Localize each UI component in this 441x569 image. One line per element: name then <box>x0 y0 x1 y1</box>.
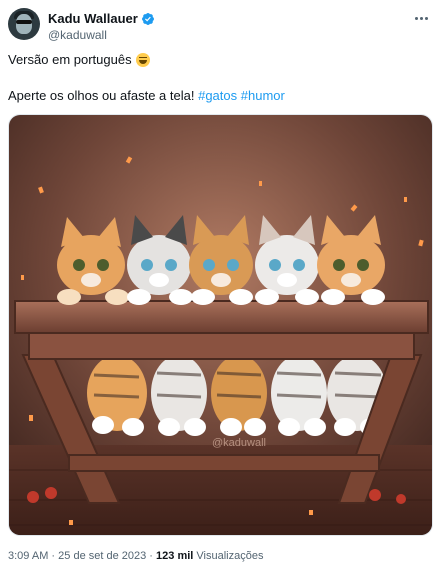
tweet-line-1: Versão em português <box>8 52 150 68</box>
hashtag-humor[interactable]: #humor <box>241 88 285 103</box>
views-count: 123 mil <box>156 550 194 562</box>
tweet-line-1-text: Versão em português <box>8 52 132 67</box>
image-watermark: @kaduwall <box>212 437 266 449</box>
tweet-header: Kadu Wallauer @kaduwall <box>8 8 433 44</box>
author-name-row[interactable]: Kadu Wallauer <box>48 11 155 27</box>
kittens-illustration: @kaduwall <box>9 115 432 535</box>
tweet-date[interactable]: 25 de set de 2023 <box>58 550 146 562</box>
avatar-glasses <box>16 20 32 24</box>
more-dot <box>419 16 423 20</box>
hashtag-gatos[interactable]: #gatos <box>198 88 237 103</box>
more-dot <box>414 16 418 20</box>
views-label: Visualizações <box>196 550 264 562</box>
avatar-face <box>16 14 32 34</box>
tweet-line-2-text: Aperte os olhos ou afaste a tela! <box>8 88 195 103</box>
meta-separator: · <box>51 550 56 562</box>
meta-separator: · <box>149 550 153 562</box>
author-handle[interactable]: @kaduwall <box>48 28 107 42</box>
tweet-image[interactable]: @kaduwall <box>8 114 433 536</box>
tweet-line-2: Aperte os olhos ou afaste a tela! #gatos… <box>8 88 285 104</box>
more-dot <box>424 16 428 20</box>
avatar[interactable] <box>8 8 40 40</box>
author-display-name[interactable]: Kadu Wallauer <box>48 11 138 27</box>
tweet-time[interactable]: 3:09 AM <box>8 550 48 562</box>
more-options-icon[interactable] <box>411 10 431 26</box>
verified-badge-icon <box>141 13 154 25</box>
grinning-squinting-face-icon <box>135 53 150 67</box>
tweet-meta: 3:09 AM · 25 de set de 2023 · 123 mil Vi… <box>8 549 263 563</box>
